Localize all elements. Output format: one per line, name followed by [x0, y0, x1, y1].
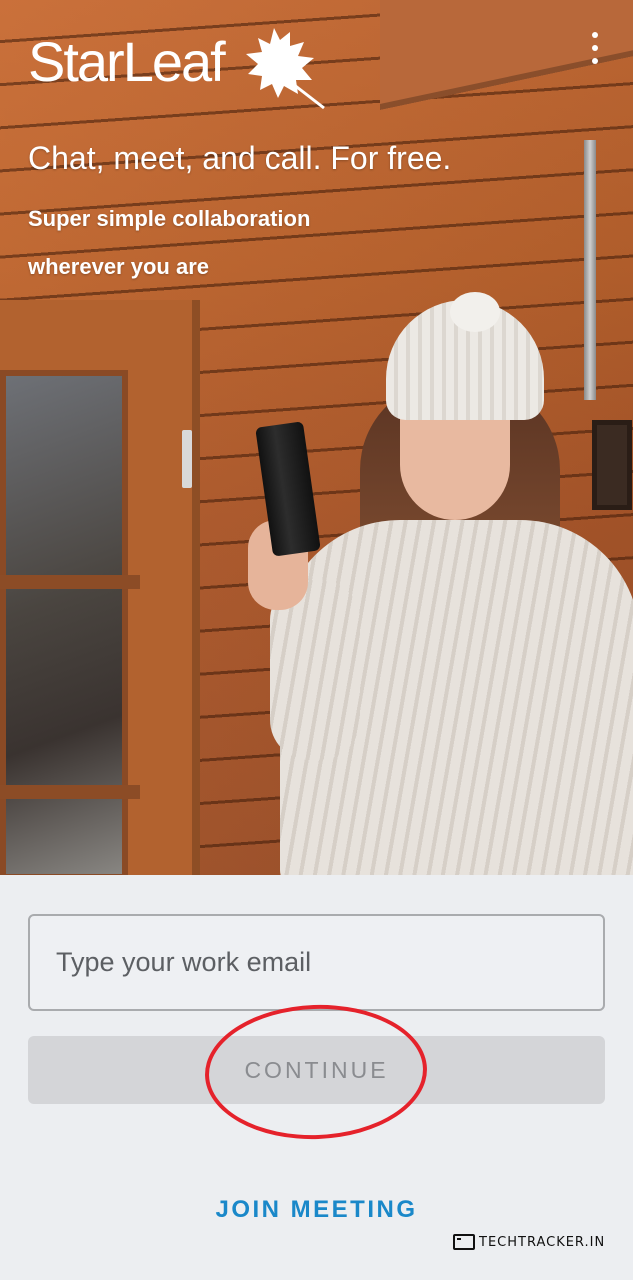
- door-rail: [0, 785, 140, 799]
- browser-icon: [453, 1234, 475, 1250]
- door-rail: [0, 575, 140, 589]
- brand-name: StarLeaf: [28, 30, 226, 93]
- hat-pompom: [450, 292, 500, 332]
- menu-dot: [592, 45, 598, 51]
- hero-photo: StarLeaf Chat, meet, and call. For free.…: [0, 0, 633, 875]
- menu-dot: [592, 32, 598, 38]
- brand-logo: StarLeaf: [28, 28, 328, 115]
- continue-button[interactable]: CONTINUE: [28, 1036, 605, 1104]
- join-meeting-link[interactable]: JOIN MEETING: [0, 1196, 633, 1224]
- watermark-text: TECHTRACKER.IN: [479, 1234, 606, 1250]
- subline-2: wherever you are: [28, 254, 209, 279]
- woman-with-phone: [240, 292, 633, 875]
- menu-dot: [592, 58, 598, 64]
- door-window: [0, 370, 128, 875]
- subline-1: Super simple collaboration: [28, 206, 311, 231]
- leaf-icon: [240, 24, 328, 115]
- door-hinge: [182, 430, 192, 488]
- more-vert-icon[interactable]: [583, 30, 607, 66]
- tagline: Chat, meet, and call. For free.: [28, 140, 452, 176]
- watermark: TECHTRACKER.IN: [453, 1234, 605, 1250]
- email-field[interactable]: [28, 914, 605, 1011]
- starleaf-welcome-screen: StarLeaf Chat, meet, and call. For free.…: [0, 0, 633, 1280]
